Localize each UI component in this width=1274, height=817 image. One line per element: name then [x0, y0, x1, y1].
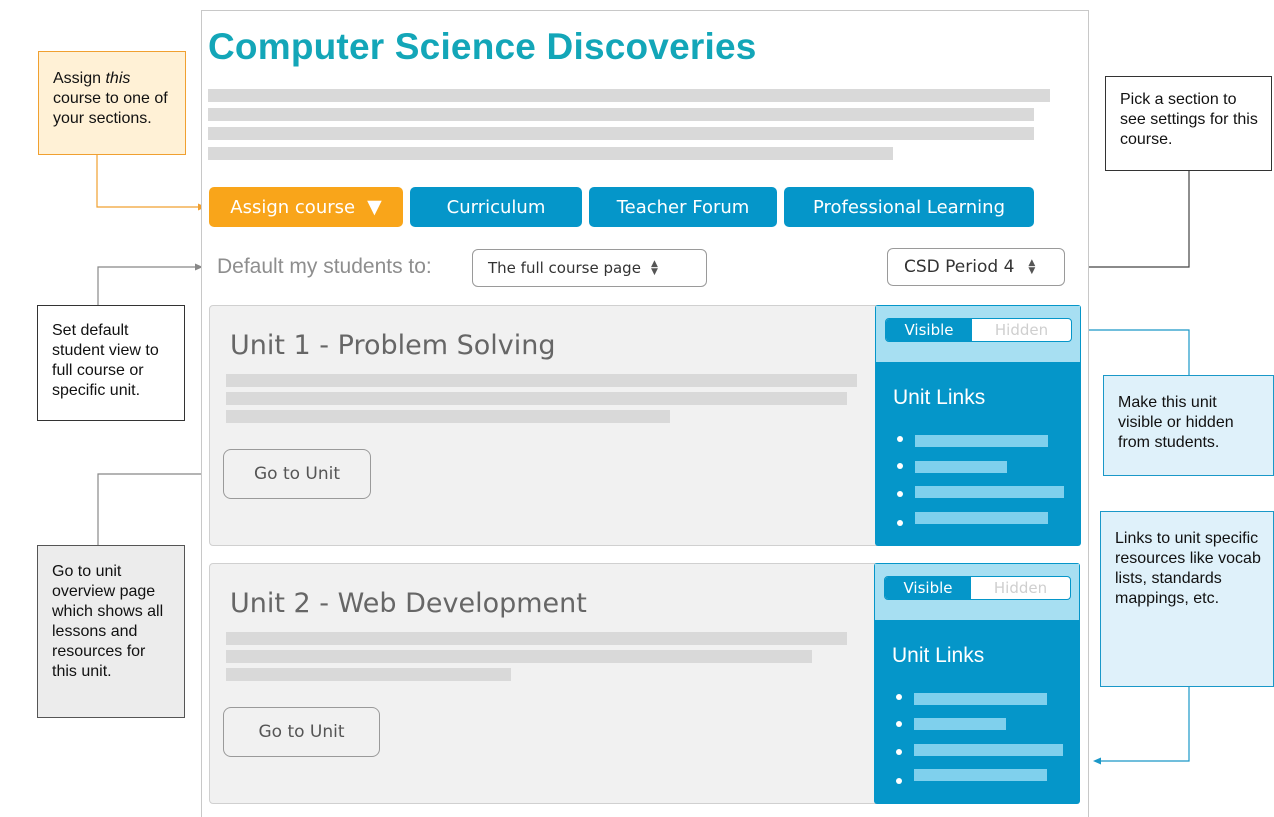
connector-default-view — [97, 266, 200, 305]
unit-description-line — [226, 410, 670, 423]
teacher-forum-label: Teacher Forum — [616, 196, 750, 218]
unit-link[interactable] — [914, 769, 1047, 781]
annotation-unit-links: Links to unit specific resources like vo… — [1100, 511, 1274, 687]
description-line — [208, 147, 893, 160]
unit-link[interactable] — [915, 486, 1064, 498]
go-to-unit-button[interactable]: Go to Unit — [223, 707, 380, 757]
page-title: Computer Science Discoveries — [208, 26, 757, 67]
toggle-hidden-option[interactable]: Hidden — [972, 319, 1071, 341]
teacher-forum-button[interactable]: Teacher Forum — [589, 187, 777, 227]
annotation-go-to-unit-text: Go to unit overview page which shows all… — [52, 563, 164, 680]
student-view-select[interactable]: The full course page ▲ ▼ — [472, 249, 707, 287]
connector-unit-links — [1096, 687, 1190, 762]
unit-link[interactable] — [914, 693, 1047, 705]
annotation-visibility-text: Make this unit visible or hidden from st… — [1118, 394, 1234, 451]
connector-assign — [96, 155, 205, 208]
unit-links-panel: Visible Hidden Unit Links — [875, 305, 1081, 546]
go-to-unit-label: Go to Unit — [253, 464, 341, 484]
unit-title: Unit 1 - Problem Solving — [230, 330, 556, 361]
unit-description-line — [226, 632, 847, 645]
unit-link[interactable] — [915, 461, 1007, 473]
annotation-assign-em: this — [105, 70, 131, 87]
professional-learning-label: Professional Learning — [812, 196, 1006, 218]
unit-links-panel: Visible Hidden Unit Links — [874, 563, 1080, 804]
section-value: CSD Period 4 — [904, 257, 1015, 277]
annotation-unit-links-text: Links to unit specific resources like vo… — [1115, 530, 1261, 607]
unit-link[interactable] — [914, 718, 1006, 730]
connector-unit-links-arrow — [1093, 757, 1101, 765]
go-to-unit-label: Go to Unit — [258, 722, 345, 742]
professional-learning-button[interactable]: Professional Learning — [784, 187, 1034, 227]
unit-title: Unit 2 - Web Development — [230, 588, 587, 619]
updown-arrows-icon: ▲ ▼ — [650, 259, 658, 277]
description-line — [208, 89, 1050, 102]
connector-visibility — [1076, 329, 1190, 375]
caret-down-icon: ▼ — [367, 196, 382, 218]
curriculum-button[interactable]: Curriculum — [410, 187, 582, 227]
default-students-label: Default my students to: — [217, 255, 432, 278]
annotation-assign-course: Assign this course to one of your sectio… — [38, 51, 186, 155]
student-view-value: The full course page — [488, 259, 641, 277]
bullet-icon — [896, 721, 902, 727]
description-line — [208, 108, 1034, 121]
unit-link[interactable] — [914, 744, 1063, 756]
updown-arrows-icon: ▲ ▼ — [1028, 258, 1036, 276]
annotation-go-to-unit: Go to unit overview page which shows all… — [37, 545, 185, 718]
unit-description-line — [226, 374, 857, 387]
bullet-icon — [897, 463, 903, 469]
bullet-icon — [897, 520, 903, 526]
visibility-toggle-band: Visible Hidden — [874, 563, 1080, 621]
annotation-visibility: Make this unit visible or hidden from st… — [1103, 375, 1274, 476]
annotation-assign-pre: Assign — [53, 70, 106, 87]
assign-course-label: Assign course — [230, 196, 356, 218]
toggle-visible-option[interactable]: Visible — [885, 577, 971, 599]
description-line — [208, 127, 1034, 140]
unit-description-line — [226, 668, 511, 681]
toggle-visible-option[interactable]: Visible — [886, 319, 972, 341]
unit-links-title: Unit Links — [892, 644, 985, 667]
unit-description-line — [226, 392, 847, 405]
annotation-default-view: Set default student view to full course … — [37, 305, 185, 421]
go-to-unit-button[interactable]: Go to Unit — [223, 449, 371, 499]
bullet-icon — [896, 694, 902, 700]
visibility-toggle-band: Visible Hidden — [875, 305, 1081, 363]
visibility-toggle[interactable]: Visible Hidden — [884, 576, 1071, 600]
connector-go-to-unit — [97, 473, 218, 545]
bullet-icon — [896, 778, 902, 784]
annotation-default-view-text: Set default student view to full course … — [52, 322, 159, 399]
unit-link[interactable] — [915, 435, 1048, 447]
section-select[interactable]: CSD Period 4 ▲ ▼ — [887, 248, 1065, 286]
visibility-toggle[interactable]: Visible Hidden — [885, 318, 1072, 342]
annotation-pick-section-text: Pick a section to see settings for this … — [1120, 91, 1258, 148]
unit-link[interactable] — [915, 512, 1048, 524]
curriculum-label: Curriculum — [446, 196, 546, 218]
bullet-icon — [896, 749, 902, 755]
unit-links-title: Unit Links — [893, 386, 986, 409]
assign-course-button[interactable]: Assign course ▼ — [209, 187, 403, 227]
toggle-hidden-option[interactable]: Hidden — [971, 577, 1070, 599]
bullet-icon — [897, 436, 903, 442]
annotation-assign-rest: course to one of your sections. — [53, 90, 168, 127]
bullet-icon — [897, 491, 903, 497]
annotation-pick-section: Pick a section to see settings for this … — [1105, 76, 1272, 171]
unit-description-line — [226, 650, 812, 663]
